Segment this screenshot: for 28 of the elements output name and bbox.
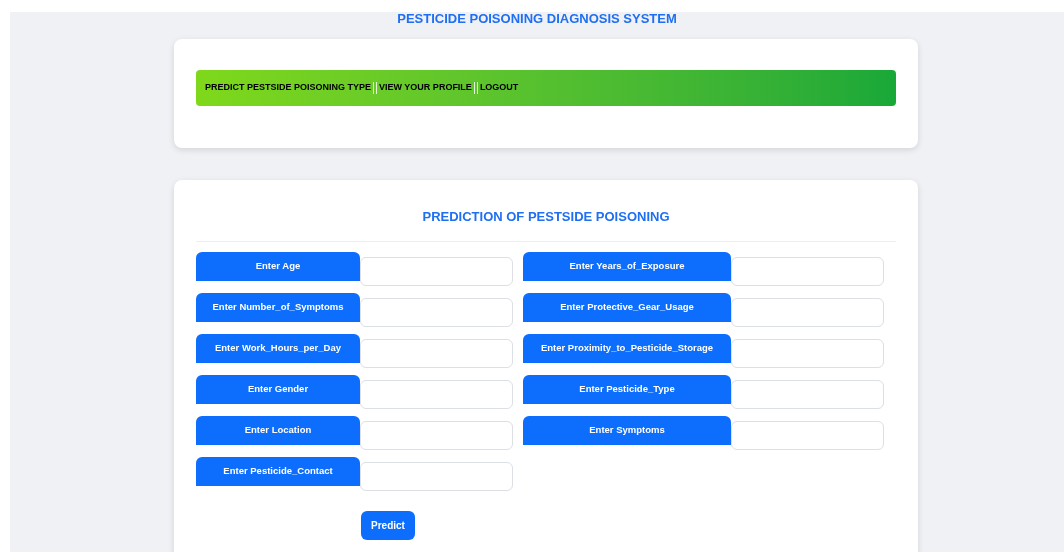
input-field[interactable]: [360, 461, 513, 491]
input-field[interactable]: [731, 379, 884, 409]
input-field[interactable]: [360, 256, 513, 286]
field-label: Enter Years_of_Exposure: [523, 251, 731, 281]
input-field[interactable]: [360, 379, 513, 409]
page-title: PESTICIDE POISONING DIAGNOSIS SYSTEM: [397, 12, 677, 26]
input-field[interactable]: [360, 338, 513, 368]
field-label: Enter Proximity_to_Pesticide_Storage: [523, 333, 731, 363]
nav-link[interactable]: LOGOUT: [479, 81, 519, 95]
predict-button[interactable]: Predict: [361, 510, 415, 540]
form-heading: PREDICTION OF PESTSIDE POISONING: [422, 208, 670, 226]
input-field[interactable]: [360, 297, 513, 327]
field-label: Enter Symptoms: [523, 415, 731, 445]
input-field[interactable]: [360, 420, 513, 450]
field-label: Enter Location: [196, 415, 360, 445]
input-field[interactable]: [731, 256, 884, 286]
nav-link[interactable]: VIEW YOUR PROFILE: [379, 81, 472, 95]
input-field[interactable]: [731, 420, 884, 450]
field-label: Enter Age: [196, 251, 360, 281]
nav-link[interactable]: PREDICT PESTSIDE POISONING TYPE: [205, 81, 372, 95]
input-field[interactable]: [731, 338, 884, 368]
field-label: Enter Number_of_Symptoms: [196, 292, 360, 322]
field-label: Enter Gender: [196, 374, 360, 404]
field-label: Enter Protective_Gear_Usage: [523, 292, 731, 322]
field-label: Enter Pesticide_Type: [523, 374, 731, 404]
input-field[interactable]: [731, 297, 884, 327]
field-label: Enter Pesticide_Contact: [196, 456, 360, 486]
field-label: Enter Work_Hours_per_Day: [196, 333, 360, 363]
